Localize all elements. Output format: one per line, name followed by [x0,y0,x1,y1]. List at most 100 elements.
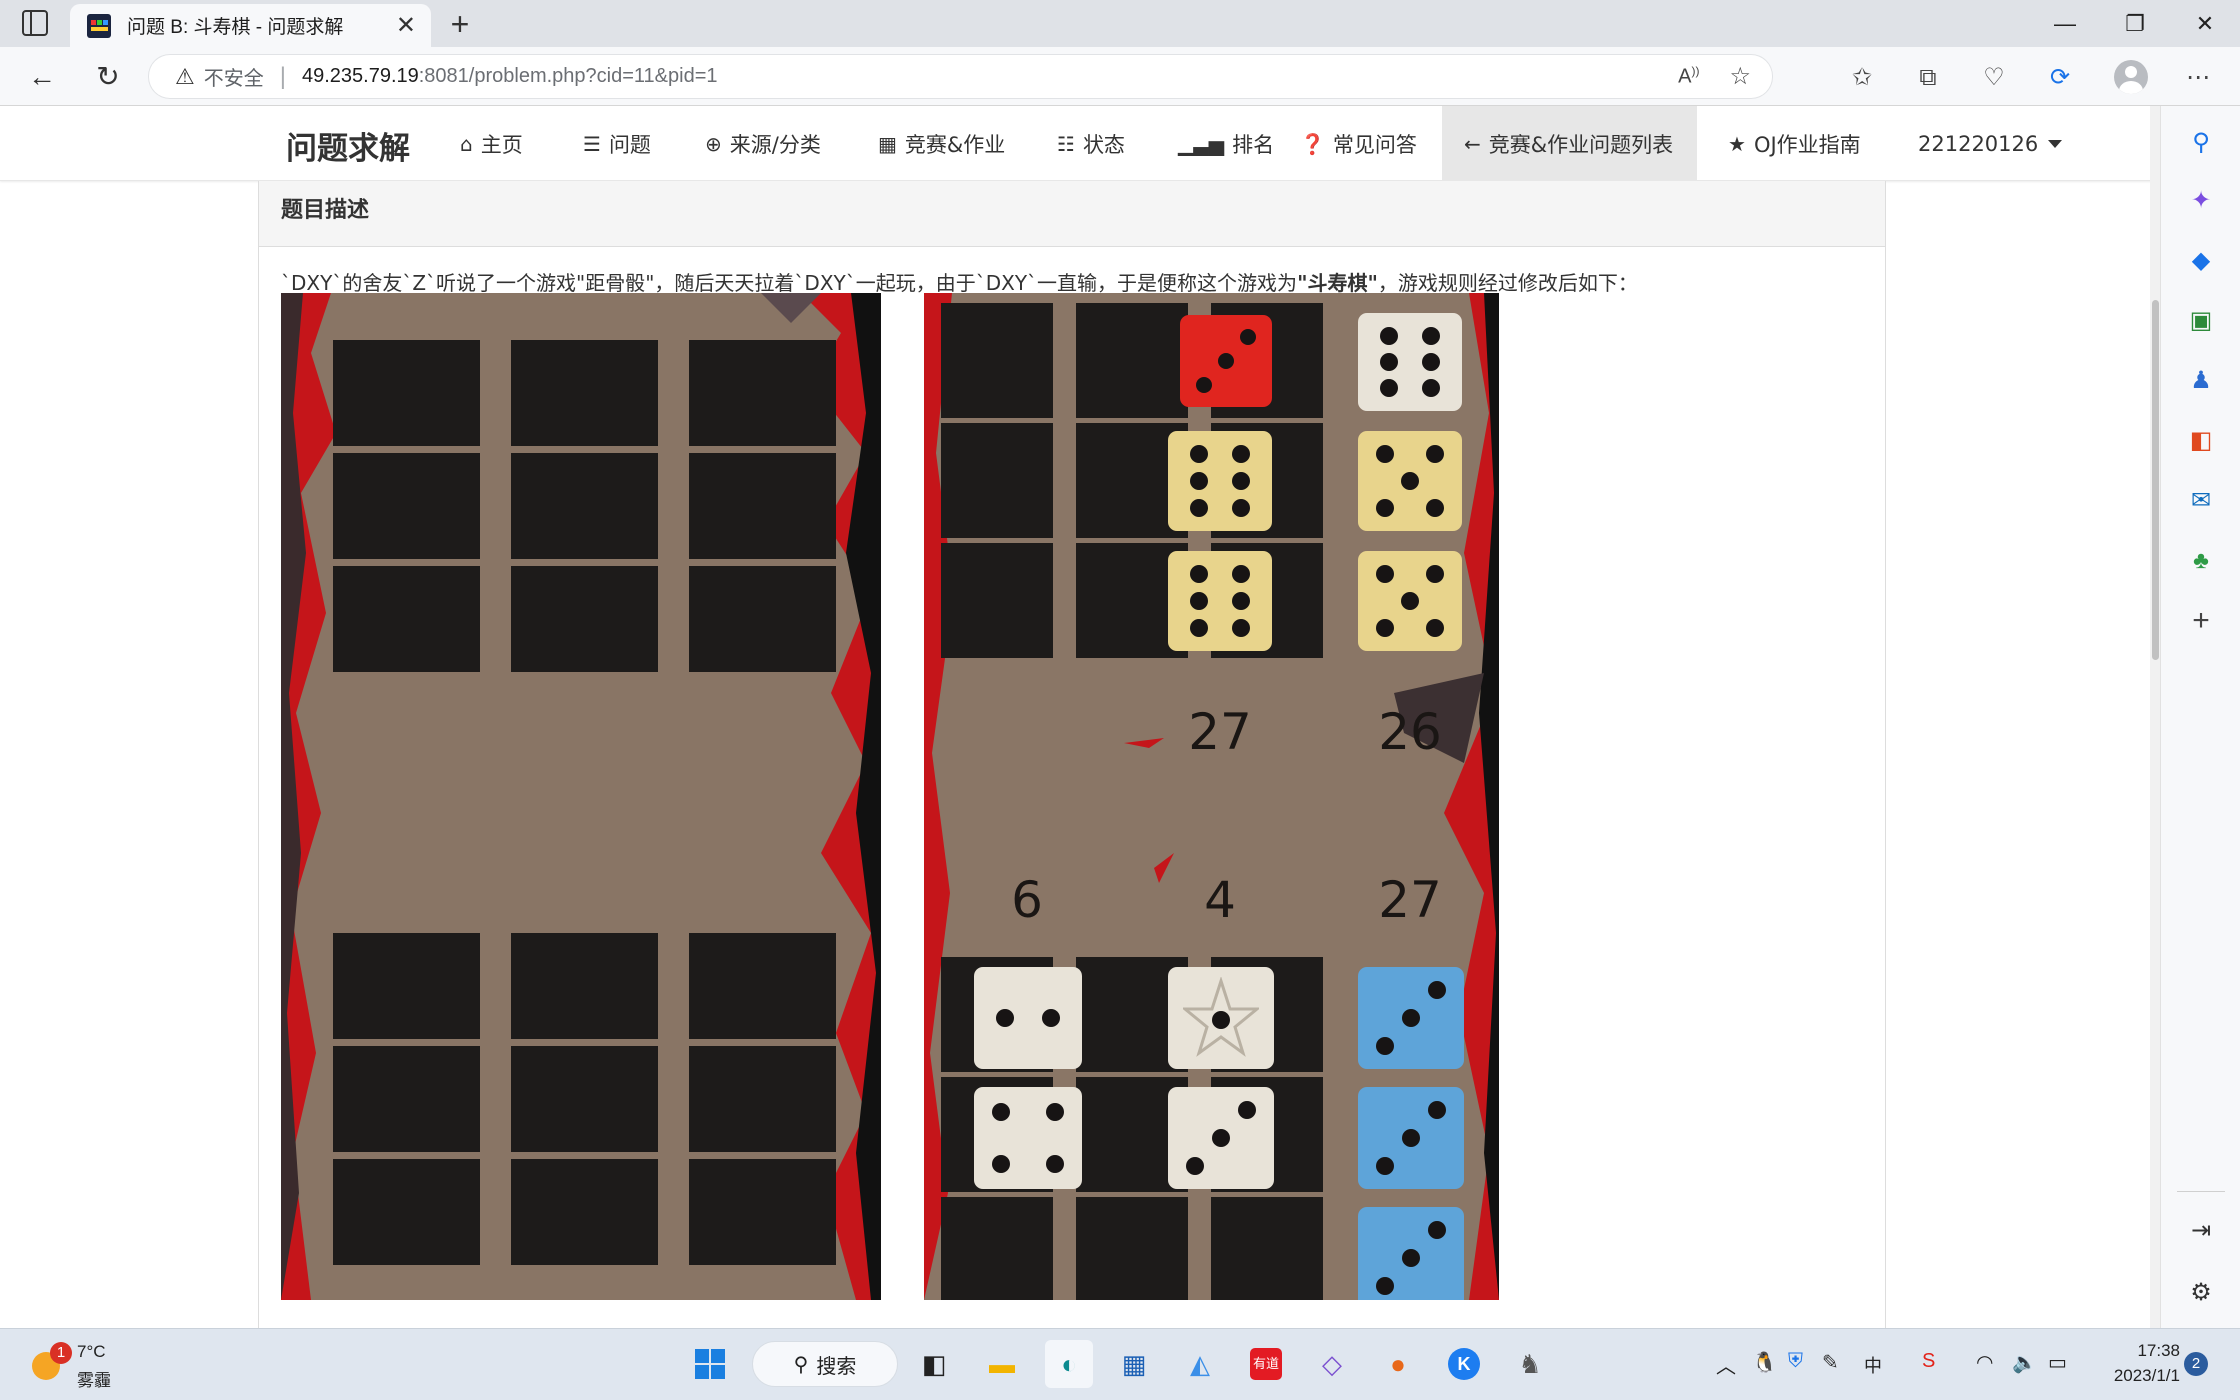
nav-oj-guide[interactable]: ★ OJ作业指南 [1728,106,1861,181]
back-button[interactable]: ← [24,60,60,96]
game-board-image-played: 27 26 6 4 27 [924,293,1499,1300]
nav-problems[interactable]: ☰ 问题 [583,106,651,181]
weather-widget[interactable]: 1 [28,1342,72,1380]
store-icon[interactable]: ▦ [1110,1340,1158,1388]
nav-contests[interactable]: ▦ 竞赛&作业 [878,106,1005,181]
new-tab-button[interactable]: + [440,4,480,44]
ime-indicator[interactable]: 中 [1864,1352,1882,1378]
board-slot [941,1197,1053,1300]
search-icon[interactable]: ⚲ [2161,128,2240,158]
die-white-four [974,1087,1082,1189]
nav-guide-label: OJ作业指南 [1753,132,1861,157]
minimize-button[interactable]: — [2030,0,2100,47]
nav-home-label: 主页 [480,132,523,157]
die-white-star [1168,967,1274,1069]
task-view-icon[interactable]: ◧ [910,1340,958,1388]
url-bar[interactable]: ⚠ 不安全 | 49.235.79.19:8081/problem.php?ci… [148,54,1773,99]
user-dropdown[interactable]: 221220126 [1918,106,2063,181]
board-slot [689,566,836,672]
games-icon[interactable]: ♟ [2161,366,2240,396]
site-brand[interactable]: 问题求解 [286,123,410,168]
defender-tray-icon[interactable]: ⛨ [1788,1350,1803,1373]
wifi-icon[interactable]: ◠ [1976,1350,1993,1375]
battery-icon[interactable]: ▭ [2048,1350,2067,1375]
weather-badge: 1 [50,1342,72,1364]
tools-icon[interactable]: ▣ [2161,306,2240,336]
office-icon[interactable]: ◧ [2161,426,2240,456]
nav-contests-label: 竞赛&作业 [904,132,1006,157]
nav-ranking-label: 排名 [1232,132,1275,157]
volume-icon[interactable]: 🔈 [2012,1350,2037,1375]
browser-essentials-icon[interactable]: ♡ [1976,60,2012,96]
nav-faq[interactable]: ❓ 常见问答 [1300,106,1417,181]
search-icon: ⚲ [793,1353,809,1376]
add-favorite-icon[interactable]: ☆ [1729,62,1751,91]
sogou-tray-icon[interactable]: S [1922,1350,1935,1373]
question-icon: ❓ [1300,131,1325,156]
list-icon: ☰ [583,131,601,156]
die-pip [1196,377,1212,393]
file-explorer-icon[interactable]: ▬ [978,1340,1026,1388]
more-menu-icon[interactable]: ⋯ [2180,60,2216,96]
nav-ranking[interactable]: ▁▃▅ 排名 [1178,106,1274,181]
firefox-icon[interactable]: ● [1374,1340,1422,1388]
score-bottom-middle: 4 [1204,871,1236,929]
settings-gear-icon[interactable]: ⚙ [2161,1278,2240,1308]
edge-drop-icon[interactable]: ⟳ [2042,60,2078,96]
insecure-label: 不安全 [203,68,264,90]
copilot-icon[interactable]: ✦ [2161,186,2240,216]
shopping-tag-icon[interactable]: ◆ [2161,246,2240,276]
tab-actions-icon[interactable] [22,10,48,36]
qq-tray-icon[interactable]: 🐧 [1752,1350,1777,1375]
board-slot [511,1159,658,1265]
die-white-six [1358,313,1462,411]
clock-date[interactable]: 2023/1/1 [2090,1366,2180,1386]
maximize-button[interactable]: ❐ [2100,0,2170,47]
nav-source-category[interactable]: ⊕ 来源/分类 [705,106,821,181]
youdao-icon-label: 有道 [1250,1348,1282,1380]
kugou-icon[interactable]: K [1440,1340,1488,1388]
start-button[interactable] [686,1340,734,1388]
tab-close-icon[interactable]: ✕ [396,13,416,38]
warning-icon: ⚠ [175,63,195,89]
window-close-button[interactable]: ✕ [2170,0,2240,47]
page-scrollbar-thumb[interactable] [2152,300,2159,660]
page-scrollbar[interactable] [2150,106,2160,1328]
section-heading: 题目描述 [259,181,1885,247]
edge-browser-icon[interactable]: ◐ [1045,1340,1093,1388]
nav-home[interactable]: ⌂ 主页 [460,106,523,181]
tab-title: 问题 B: 斗寿棋 - 问题求解 [127,17,344,38]
clock-time[interactable]: 17:38 [2100,1341,2180,1361]
app-character-icon[interactable]: ♞ [1506,1340,1554,1388]
hide-sidebar-icon[interactable]: ⇥ [2161,1216,2240,1246]
feishu-icon[interactable]: ◭ [1176,1340,1224,1388]
board-slot [511,340,658,446]
pen-tray-icon[interactable]: ✎ [1822,1350,1839,1375]
nav-status[interactable]: ☷ 状态 [1057,106,1125,181]
game-board-image-empty [281,293,881,1300]
die-yellow-six [1168,431,1272,531]
board-slot [333,1046,480,1152]
signal-icon: ▁▃▅ [1178,131,1225,156]
add-sidebar-app-icon[interactable]: + [2161,606,2240,636]
board-slot [689,1046,836,1152]
profile-avatar[interactable] [2114,60,2148,94]
collections-icon[interactable]: ⧉ [1910,60,1946,96]
read-aloud-icon[interactable]: A)) [1678,64,1699,89]
reload-button[interactable]: ↻ [90,60,126,96]
board-slot [689,933,836,1039]
browser-tab-active[interactable]: 问题 B: 斗寿棋 - 问题求解 ✕ [70,4,431,47]
favorites-icon[interactable]: ✩ [1844,60,1880,96]
tray-overflow-icon[interactable]: ︿ [1716,1350,1736,1379]
notification-badge[interactable]: 2 [2184,1352,2208,1376]
taskbar-search[interactable]: ⚲ 搜索 [752,1341,898,1387]
outlook-icon[interactable]: ✉ [2161,486,2240,516]
tree-icon[interactable]: ♣ [2161,546,2240,576]
visual-studio-icon[interactable]: ◇ [1308,1340,1356,1388]
die-white-three [1168,1087,1274,1189]
nav-contest-problem-list[interactable]: ← 竞赛&作业问题列表 [1442,106,1698,181]
youdao-icon[interactable]: 有道 [1242,1340,1290,1388]
edge-sidebar: ⚲ ✦ ◆ ▣ ♟ ◧ ✉ ♣ + ⇥ ⚙ [2160,106,2240,1328]
board-slot [941,423,1053,538]
board-slot [511,566,658,672]
